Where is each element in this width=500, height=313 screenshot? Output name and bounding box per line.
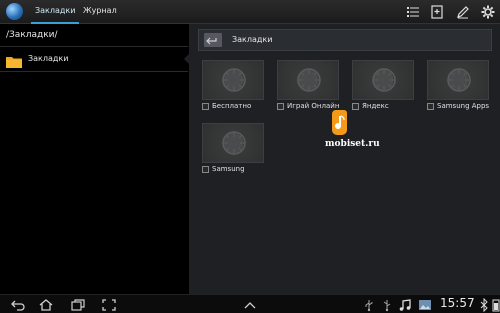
image-icon <box>417 297 433 311</box>
usb-debug-icon <box>379 297 395 312</box>
usb-icon <box>361 297 377 312</box>
settings-icon[interactable] <box>480 4 496 20</box>
breadcrumb: /Закладки/ <box>6 30 58 40</box>
up-arrow-icon[interactable] <box>242 297 258 311</box>
bookmark-thumbnail <box>427 60 489 100</box>
system-bar: 15:57 <box>0 294 500 313</box>
tab-history[interactable]: Журнал <box>79 0 121 24</box>
favicon <box>277 103 284 110</box>
bookmark-tile[interactable]: Бесплатно <box>202 60 264 116</box>
bookmarks-pane: Закладки Бесплатно Играй Онлайн Яндекс S… <box>189 24 500 294</box>
watermark: mobiset.ru <box>325 109 405 154</box>
battery-icon <box>488 297 500 312</box>
folder-icon <box>6 53 22 68</box>
action-bar: Закладки Журнал <box>0 0 500 24</box>
screenshot-icon[interactable] <box>101 297 117 311</box>
browser-logo-icon <box>6 3 23 20</box>
bookmark-tile[interactable]: Samsung Apps <box>427 60 489 116</box>
back-folder-button[interactable] <box>204 33 222 47</box>
bookmark-label: Samsung <box>212 165 245 173</box>
bookmark-tile[interactable]: Играй Онлайн <box>277 60 339 116</box>
bluetooth-icon <box>476 297 488 313</box>
clock: 15:57 <box>440 296 475 310</box>
bookmark-tile[interactable]: Samsung <box>202 123 264 179</box>
music-icon <box>397 297 413 311</box>
bookmark-thumbnail <box>202 60 264 100</box>
divider <box>0 46 188 47</box>
folder-header: Закладки <box>198 29 492 51</box>
bookmark-tile[interactable]: Яндекс <box>352 60 414 116</box>
folder-label: Закладки <box>28 54 69 63</box>
folder-item-bookmarks[interactable]: Закладки <box>0 48 188 70</box>
bookmark-label: Samsung Apps <box>437 102 490 110</box>
bookmark-thumbnail <box>352 60 414 100</box>
bookmark-label: Бесплатно <box>212 102 252 110</box>
favicon <box>202 103 209 110</box>
home-icon[interactable] <box>38 297 54 311</box>
watermark-text: mobiset.ru <box>325 139 380 149</box>
watermark-logo-icon <box>332 110 347 135</box>
favicon <box>202 166 209 173</box>
bookmark-thumbnail <box>202 123 264 163</box>
folder-pane: /Закладки/ Закладки <box>0 24 188 294</box>
edit-icon[interactable] <box>455 4 471 20</box>
divider <box>0 71 188 72</box>
add-bookmark-icon[interactable] <box>429 4 445 20</box>
folder-title: Закладки <box>232 35 273 44</box>
tab-bookmarks[interactable]: Закладки <box>31 0 80 24</box>
recent-apps-icon[interactable] <box>70 297 86 311</box>
back-icon[interactable] <box>10 297 26 311</box>
bookmark-thumbnail <box>277 60 339 100</box>
list-icon[interactable] <box>405 4 421 20</box>
favicon <box>427 103 434 110</box>
